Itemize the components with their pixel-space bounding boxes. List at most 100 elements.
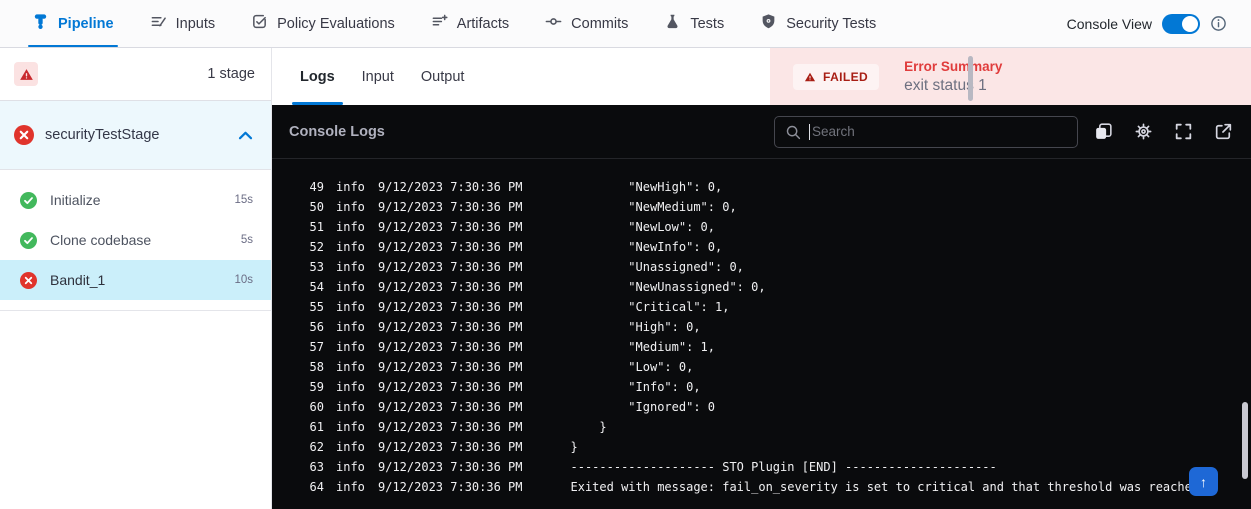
error-summary-title: Error Summary xyxy=(904,59,1002,74)
nav-tab-security-tests[interactable]: Security Tests xyxy=(760,0,876,47)
log-line-number: 54 xyxy=(300,277,324,297)
log-level: info xyxy=(336,237,368,257)
log-timestamp: 9/12/2023 7:30:36 PM xyxy=(378,357,523,377)
log-timestamp: 9/12/2023 7:30:36 PM xyxy=(378,197,523,217)
execution-sidebar: 1 stage securityTestStage Initialize 15s… xyxy=(0,48,272,509)
nav-tab-commits[interactable]: Commits xyxy=(545,0,628,47)
step-row-clone-codebase[interactable]: Clone codebase 5s xyxy=(0,220,271,260)
fullscreen-icon[interactable] xyxy=(1173,121,1194,142)
copy-icon[interactable] xyxy=(1093,121,1114,142)
nav-tab-label: Commits xyxy=(571,16,628,32)
log-timestamp: 9/12/2023 7:30:36 PM xyxy=(378,217,523,237)
scroll-to-top-button[interactable]: ↑ xyxy=(1189,467,1218,496)
log-message: "Info": 0, xyxy=(571,377,701,397)
log-line: 57 info 9/12/2023 7:30:36 PM "Medium": 1… xyxy=(300,337,1251,357)
tab-input[interactable]: Input xyxy=(362,48,394,105)
log-line: 51 info 9/12/2023 7:30:36 PM "NewLow": 0… xyxy=(300,217,1251,237)
log-level: info xyxy=(336,297,368,317)
log-timestamp: 9/12/2023 7:30:36 PM xyxy=(378,397,523,417)
error-summary-message: exit status 1 xyxy=(904,77,1002,95)
log-timestamp: 9/12/2023 7:30:36 PM xyxy=(378,177,523,197)
step-detail-panel: Logs Input Output FAILED Error Summary e… xyxy=(272,48,1251,509)
top-navigation: Pipeline Inputs Policy Evaluations Artif… xyxy=(0,0,1251,48)
step-name-label: Initialize xyxy=(50,192,221,208)
log-message: "Unassigned": 0, xyxy=(571,257,744,277)
log-line-number: 58 xyxy=(300,357,324,377)
step-name-label: Clone codebase xyxy=(50,232,228,248)
nav-tab-artifacts[interactable]: Artifacts xyxy=(431,0,509,47)
pipeline-warning-icon xyxy=(14,62,38,86)
log-search-box[interactable] xyxy=(774,116,1078,148)
log-line-number: 56 xyxy=(300,317,324,337)
banner-scrollbar xyxy=(968,56,973,101)
nav-tab-label: Inputs xyxy=(176,16,216,32)
artifacts-icon xyxy=(431,13,448,34)
log-level: info xyxy=(336,397,368,417)
settings-gear-icon[interactable] xyxy=(1133,121,1154,142)
log-line-number: 55 xyxy=(300,297,324,317)
tab-label: Output xyxy=(421,69,465,85)
log-level: info xyxy=(336,217,368,237)
log-lines: 49 info 9/12/2023 7:30:36 PM "NewHigh": … xyxy=(300,177,1251,497)
log-line-number: 62 xyxy=(300,437,324,457)
log-level: info xyxy=(336,437,368,457)
log-timestamp: 9/12/2023 7:30:36 PM xyxy=(378,317,523,337)
log-message: "NewUnassigned": 0, xyxy=(571,277,766,297)
log-level: info xyxy=(336,197,368,217)
log-line: 63 info 9/12/2023 7:30:36 PM -----------… xyxy=(300,457,1251,477)
policy-evaluations-icon xyxy=(251,13,268,34)
log-line-number: 51 xyxy=(300,217,324,237)
stage-failed-icon xyxy=(14,125,34,145)
console-view-label: Console View xyxy=(1067,16,1152,32)
step-row-bandit-1[interactable]: Bandit_1 10s xyxy=(0,260,271,300)
log-message: "NewInfo": 0, xyxy=(571,237,723,257)
log-line: 58 info 9/12/2023 7:30:36 PM "Low": 0, xyxy=(300,357,1251,377)
tab-output[interactable]: Output xyxy=(421,48,465,105)
log-line: 62 info 9/12/2023 7:30:36 PM } xyxy=(300,437,1251,457)
console-view-toggle[interactable] xyxy=(1162,14,1200,34)
log-line-number: 59 xyxy=(300,377,324,397)
log-message: } xyxy=(571,437,578,457)
log-message: } xyxy=(571,417,607,437)
console-view-control: Console View xyxy=(1067,0,1227,47)
open-in-new-window-icon[interactable] xyxy=(1213,121,1234,142)
log-timestamp: 9/12/2023 7:30:36 PM xyxy=(378,457,523,477)
log-timestamp: 9/12/2023 7:30:36 PM xyxy=(378,337,523,357)
log-timestamp: 9/12/2023 7:30:36 PM xyxy=(378,297,523,317)
nav-tab-policy-evaluations[interactable]: Policy Evaluations xyxy=(251,0,395,47)
step-failed-icon xyxy=(20,272,37,289)
console-scrollbar-thumb[interactable] xyxy=(1242,402,1248,479)
log-line-number: 50 xyxy=(300,197,324,217)
chevron-up-icon[interactable] xyxy=(238,131,253,140)
log-message: Exited with message: fail_on_severity is… xyxy=(571,477,1200,497)
log-line-number: 57 xyxy=(300,337,324,357)
log-message: "NewMedium": 0, xyxy=(571,197,737,217)
warning-triangle-icon xyxy=(804,71,816,83)
info-icon[interactable] xyxy=(1210,15,1227,32)
log-line: 55 info 9/12/2023 7:30:36 PM "Critical":… xyxy=(300,297,1251,317)
log-timestamp: 9/12/2023 7:30:36 PM xyxy=(378,277,523,297)
nav-tab-label: Pipeline xyxy=(58,16,114,32)
log-level: info xyxy=(336,177,368,197)
toggle-knob xyxy=(1182,16,1198,32)
step-row-initialize[interactable]: Initialize 15s xyxy=(0,180,271,220)
failed-status-badge: FAILED xyxy=(793,64,879,90)
log-level: info xyxy=(336,417,368,437)
nav-tab-pipeline[interactable]: Pipeline xyxy=(32,0,114,47)
step-duration-label: 5s xyxy=(241,234,253,246)
search-input[interactable] xyxy=(810,124,1067,139)
tab-logs[interactable]: Logs xyxy=(300,48,335,105)
nav-tab-inputs[interactable]: Inputs xyxy=(150,0,216,47)
log-line-number: 64 xyxy=(300,477,324,497)
log-line: 50 info 9/12/2023 7:30:36 PM "NewMedium"… xyxy=(300,197,1251,217)
error-summary-text: Error Summary exit status 1 xyxy=(904,59,1002,95)
failed-badge-label: FAILED xyxy=(823,70,868,84)
console-log-output: 49 info 9/12/2023 7:30:36 PM "NewHigh": … xyxy=(272,159,1251,509)
detail-tabs: Logs Input Output xyxy=(272,48,770,105)
log-line: 60 info 9/12/2023 7:30:36 PM "Ignored": … xyxy=(300,397,1251,417)
log-line: 56 info 9/12/2023 7:30:36 PM "High": 0, xyxy=(300,317,1251,337)
nav-tab-tests[interactable]: Tests xyxy=(664,0,724,47)
tab-label: Input xyxy=(362,69,394,85)
stage-row-securityteststage[interactable]: securityTestStage xyxy=(0,101,271,170)
inputs-icon xyxy=(150,13,167,34)
